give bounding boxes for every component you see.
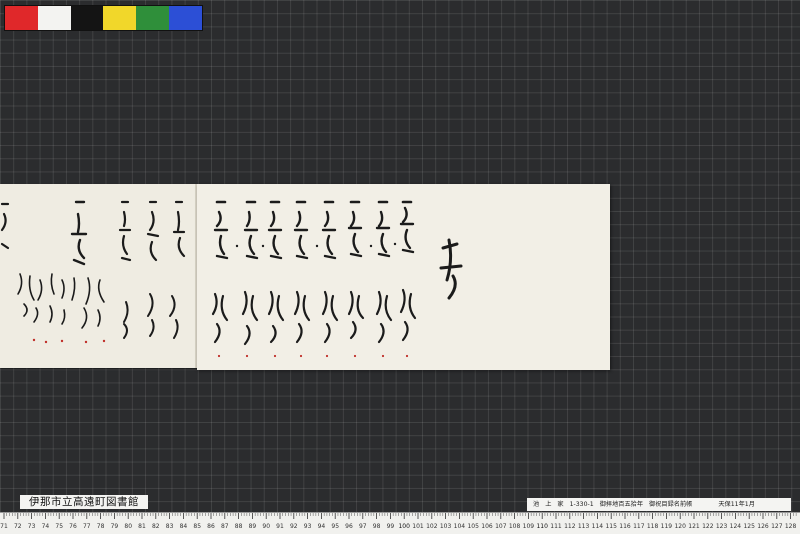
- ruler-number: 81: [138, 523, 146, 530]
- ruler-number: 83: [166, 523, 174, 530]
- measuring-ruler: 71 72 73 74 75 76 77 78 79 80 81 82 83 84 85 86 87 88 89 90…: [0, 512, 800, 534]
- ruler-number: 87: [221, 523, 229, 530]
- ruler-number: 126: [757, 523, 769, 530]
- ruler-number: 74: [42, 523, 50, 530]
- ruler-number: 123: [716, 523, 728, 530]
- ruler-number: 119: [661, 523, 673, 530]
- ruler-number: 80: [124, 523, 132, 530]
- ruler-number: 109: [523, 523, 535, 530]
- ruler-number: 127: [771, 523, 783, 530]
- ruler-number: 120: [674, 523, 686, 530]
- ruler-number: 91: [276, 523, 284, 530]
- ruler-number: 114: [592, 523, 604, 530]
- ruler-number: 94: [318, 523, 326, 530]
- ruler-number: 108: [509, 523, 521, 530]
- ruler-number: 89: [249, 523, 257, 530]
- ruler-number: 124: [730, 523, 742, 530]
- ruler-number: 88: [235, 523, 243, 530]
- catalog-label: 池 上 家 1-330-1 御拝地百五拾年 御祝目録名前帳 天保11年1月: [527, 498, 791, 511]
- swatch-green: [136, 6, 170, 30]
- ruler-number: 115: [605, 523, 617, 530]
- ruler-number: 99: [387, 523, 395, 530]
- calligraphy-right: [211, 200, 463, 358]
- ruler-number: 73: [28, 523, 36, 530]
- catalog-field: 上: [545, 501, 552, 508]
- ruler-number: 84: [180, 523, 188, 530]
- swatch-red: [5, 6, 38, 30]
- ruler-number: 71: [0, 523, 8, 530]
- ruler-scale: 71 72 73 74 75 76 77 78 79 80 81 82 83 84 85 86 87 88 89 90…: [0, 513, 797, 530]
- ruler-number: 85: [193, 523, 201, 530]
- ruler-number: 95: [331, 523, 339, 530]
- ruler-number: 116: [619, 523, 631, 530]
- ruler-number: 104: [454, 523, 466, 530]
- ruler-number: 125: [743, 523, 755, 530]
- color-calibration-chart: [4, 5, 203, 31]
- ruler-number: 97: [359, 523, 367, 530]
- ruler-number: 79: [111, 523, 119, 530]
- ruler-number: 78: [97, 523, 105, 530]
- ruler-number: 90: [262, 523, 270, 530]
- scroll-right-panel: [197, 184, 610, 370]
- ruler-number: 101: [412, 523, 424, 530]
- swatch-blue: [169, 6, 202, 30]
- ruler-number: 86: [207, 523, 215, 530]
- swatch-black: [70, 6, 104, 30]
- ruler-number: 107: [495, 523, 507, 530]
- ruler-number: 103: [440, 523, 452, 530]
- calligraphy-left: [0, 200, 186, 344]
- ruler-number: 76: [69, 523, 77, 530]
- ruler-number: 106: [481, 523, 493, 530]
- ruler-number: 117: [633, 523, 645, 530]
- ruler-number: 118: [647, 523, 659, 530]
- library-name-label: 伊那市立高遠町図書館: [20, 495, 148, 509]
- catalog-field: 御拝地百五拾年: [599, 501, 644, 508]
- ruler-number: 93: [304, 523, 312, 530]
- ruler-number: 96: [345, 523, 353, 530]
- ruler-number: 110: [536, 523, 548, 530]
- ruler-number: 113: [578, 523, 590, 530]
- ruler-number: 121: [688, 523, 700, 530]
- ruler-number: 98: [373, 523, 381, 530]
- ruler-number: 92: [290, 523, 298, 530]
- ruler-number: 105: [467, 523, 479, 530]
- catalog-field: 御祝目録名前帳: [649, 501, 693, 508]
- ruler-number: 128: [785, 523, 797, 530]
- ruler-number: 82: [152, 523, 160, 530]
- ruler-number: 122: [702, 523, 714, 530]
- ruler-number: 77: [83, 523, 91, 530]
- ruler-number: 100: [398, 523, 410, 530]
- catalog-field: 家: [557, 501, 564, 508]
- catalog-field: 天保11年1月: [718, 501, 755, 508]
- ruler-number: 112: [564, 523, 576, 530]
- ruler-number: 72: [14, 523, 22, 530]
- catalog-field: 1-330-1: [569, 501, 594, 508]
- swatch-white: [37, 6, 71, 30]
- scroll-left-panel: [0, 184, 200, 368]
- catalog-field: 池: [533, 501, 540, 508]
- ruler-number: 111: [550, 523, 562, 530]
- ruler-number: 75: [55, 523, 63, 530]
- swatch-yellow: [103, 6, 137, 30]
- ruler-number: 102: [426, 523, 438, 530]
